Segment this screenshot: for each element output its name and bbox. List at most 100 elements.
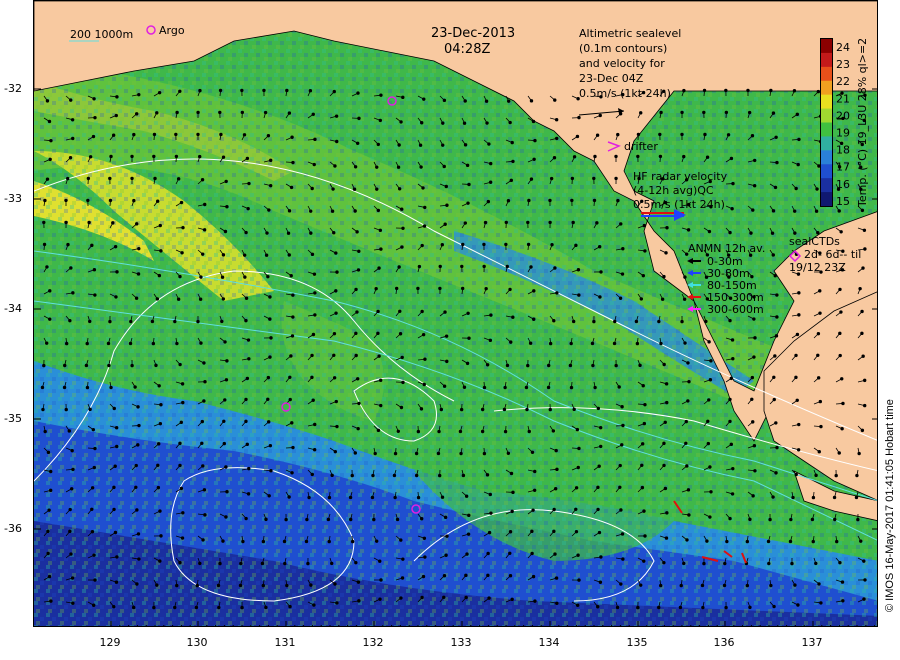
- velocity-arrow-head: [707, 340, 711, 344]
- velocity-arrow-head: [114, 295, 118, 299]
- velocity-arrow-head: [84, 363, 89, 368]
- velocity-arrow-head: [835, 539, 839, 544]
- velocity-arrow-head: [353, 165, 358, 169]
- velocity-arrow-head: [416, 495, 421, 500]
- velocity-arrow-head: [818, 289, 822, 293]
- velocity-arrow-head: [575, 603, 580, 607]
- velocity-arrow-head: [532, 317, 536, 321]
- velocity-arrow-head: [422, 382, 426, 387]
- velocity-arrow-head: [657, 319, 661, 324]
- legend-line: (0.1m contours): [579, 42, 667, 55]
- velocity-arrow-head: [327, 495, 332, 500]
- velocity-arrow-head: [664, 536, 669, 540]
- velocity-arrow-head: [467, 513, 471, 518]
- velocity-arrow-head: [64, 220, 68, 225]
- velocity-arrow-head: [641, 273, 646, 278]
- velocity-arrow-head: [290, 334, 295, 338]
- velocity-arrow-head: [439, 407, 444, 412]
- velocity-arrow-head: [220, 275, 225, 279]
- velocity-arrow-head: [839, 141, 844, 146]
- velocity-arrow-head: [731, 466, 735, 471]
- velocity-arrow-head: [200, 441, 204, 446]
- velocity-arrow-head: [350, 539, 355, 544]
- velocity-arrow-head: [108, 198, 113, 203]
- velocity-arrow-head: [533, 469, 537, 474]
- velocity-arrow-head: [92, 553, 96, 557]
- velocity-arrow-head: [775, 445, 779, 450]
- velocity-arrow-head: [792, 209, 797, 213]
- velocity-arrow-head: [93, 578, 97, 582]
- velocity-arrow-head: [745, 583, 750, 588]
- velocity-arrow-head: [548, 341, 553, 346]
- velocity-arrow-head: [64, 407, 68, 412]
- velocity-arrow-head: [201, 252, 205, 256]
- velocity-arrow-head: [135, 582, 139, 586]
- velocity-arrow-head: [554, 448, 558, 453]
- velocity-arrow-head: [483, 220, 488, 225]
- velocity-arrow-head: [70, 576, 75, 580]
- velocity-arrow-head: [397, 143, 401, 147]
- latitude-tick-label: -34: [4, 302, 22, 315]
- velocity-arrow-head: [420, 309, 424, 314]
- velocity-arrow-head: [503, 385, 507, 390]
- velocity-arrow-head: [751, 208, 755, 212]
- velocity-arrow-head: [266, 375, 271, 380]
- velocity-arrow-head: [416, 429, 421, 434]
- velocity-arrow-head: [571, 220, 575, 225]
- velocity-arrow-head: [636, 605, 640, 610]
- velocity-arrow-head: [703, 132, 707, 137]
- velocity-arrow-head: [108, 319, 112, 324]
- velocity-arrow-head: [529, 265, 533, 269]
- velocity-arrow-head: [621, 247, 625, 251]
- velocity-arrow-head: [42, 220, 46, 225]
- velocity-arrow-head: [505, 363, 510, 368]
- velocity-arrow-head: [241, 539, 245, 544]
- velocity-arrow-head: [555, 467, 559, 472]
- velocity-arrow-head: [702, 110, 706, 115]
- velocity-arrow-head: [370, 495, 375, 500]
- longitude-tick-label: 137: [802, 636, 823, 649]
- legend-line: (4-12h avg)QC: [633, 184, 714, 197]
- velocity-arrow-head: [678, 605, 683, 610]
- velocity-arrow-head: [771, 253, 775, 257]
- velocity-arrow-head: [310, 186, 314, 191]
- velocity-arrow-head: [505, 264, 509, 269]
- velocity-arrow-head: [308, 89, 313, 93]
- velocity-arrow-head: [158, 421, 163, 426]
- velocity-arrow-head: [445, 203, 449, 207]
- velocity-arrow-head: [199, 341, 203, 345]
- velocity-arrow-head: [68, 529, 72, 534]
- velocity-arrow-head: [814, 473, 818, 478]
- velocity-arrow-head: [288, 397, 292, 402]
- velocity-arrow-head: [508, 551, 512, 555]
- velocity-arrow-head: [420, 121, 424, 125]
- velocity-arrow-head: [793, 583, 797, 587]
- velocity-arrow-head: [68, 507, 72, 512]
- velocity-arrow-head: [530, 450, 535, 454]
- velocity-arrow-head: [305, 517, 309, 522]
- velocity-arrow-head: [400, 245, 404, 249]
- velocity-arrow-head: [399, 405, 404, 410]
- velocity-arrow-head: [445, 359, 449, 364]
- velocity-arrow-head: [112, 406, 116, 411]
- velocity-arrow-head: [174, 132, 178, 137]
- longitude-tick-label: 132: [363, 636, 384, 649]
- velocity-arrow-head: [618, 296, 623, 300]
- velocity-arrow-head: [555, 136, 559, 141]
- velocity-arrow-head: [288, 604, 292, 609]
- velocity-arrow-head: [334, 289, 338, 293]
- velocity-arrow-head: [863, 378, 867, 383]
- velocity-arrow-head: [157, 384, 161, 388]
- velocity-arrow-head: [151, 341, 156, 346]
- velocity-arrow-head: [333, 582, 337, 586]
- colorbar-swatch: [821, 122, 832, 137]
- velocity-arrow-head: [729, 156, 734, 161]
- velocity-arrow-head: [482, 451, 487, 456]
- velocity-arrow-head: [662, 441, 666, 446]
- velocity-arrow-head: [592, 319, 596, 324]
- velocity-arrow-head: [309, 231, 313, 235]
- velocity-arrow-head: [863, 578, 867, 582]
- velocity-arrow-head: [244, 230, 248, 235]
- velocity-arrow-head: [642, 223, 647, 228]
- velocity-arrow-head: [310, 472, 314, 477]
